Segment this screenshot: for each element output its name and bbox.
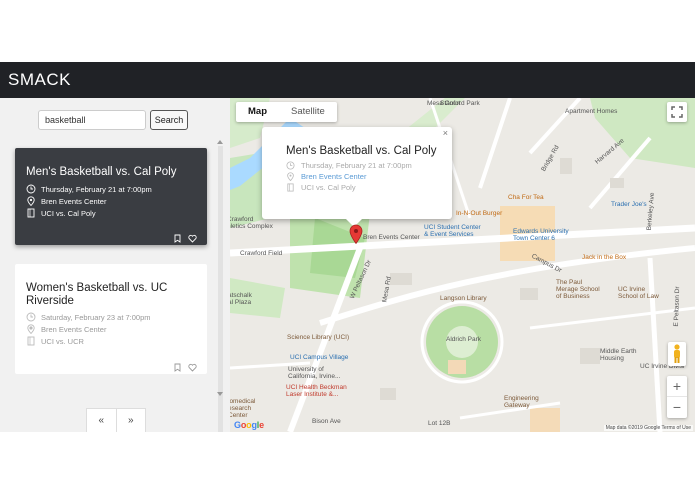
map-label-e-peltason: E Peltason Dr [672, 286, 682, 327]
map-label-science-library: Science Library (UCI) [287, 334, 350, 341]
close-icon[interactable]: × [443, 128, 448, 138]
fullscreen-button[interactable] [667, 102, 687, 122]
location-pin-icon [286, 172, 295, 182]
event-title: Men's Basketball vs. Cal Poly [26, 166, 177, 178]
map-label-law: UC Irvine School of Law [618, 286, 659, 300]
map-label-paul-merage: The Paul Merage School of Business [556, 279, 600, 300]
map-label-cha-for-tea: Cha For Tea [508, 194, 544, 201]
map-label-in-n-out: In-N-Out Burger [456, 210, 503, 217]
event-card[interactable]: Women's Basketball vs. UC Riverside Satu… [15, 264, 207, 374]
map-label-edwards: Edwards University Town Center 6 [513, 228, 569, 242]
clock-icon [26, 184, 36, 194]
map-label-bren: Bren Events Center [363, 234, 420, 241]
info-window-matchup: UCI vs. Cal Poly [286, 183, 356, 192]
map-info-window: × Men's Basketball vs. Cal Poly Thursday… [262, 127, 452, 227]
location-pin-icon [26, 324, 36, 335]
scroll-up-icon[interactable] [217, 140, 223, 144]
map-label-langson: Langson Library [440, 295, 487, 302]
clock-icon [26, 312, 36, 322]
zoom-in-button[interactable]: + [667, 376, 687, 397]
map-label-student-center: UCI Student Center & Event Services [424, 224, 481, 238]
map-view[interactable]: Mesa Court Stanford Park Apartment Homes… [230, 98, 695, 432]
next-page-button[interactable]: » [117, 409, 146, 432]
event-card-selected[interactable]: Men's Basketball vs. Cal Poly Thursday, … [15, 148, 207, 245]
map-marker-pin-icon[interactable] [349, 224, 363, 249]
top-navbar: SMACK [0, 62, 695, 98]
map-label-biomedical: iomedical esearch Center [230, 398, 256, 419]
map-type-satellite-button[interactable]: Satellite [279, 102, 337, 122]
event-date: Saturday, February 23 at 7:00pm [26, 312, 151, 322]
map-label-lot-12b: Lot 12B [428, 420, 451, 427]
pegman-icon [674, 344, 680, 363]
map-label-university-ca: University of California, Irvine... [288, 366, 341, 380]
bookmark-icon[interactable] [173, 359, 182, 372]
heart-icon[interactable] [188, 230, 197, 243]
card-actions [173, 230, 197, 243]
document-icon [286, 183, 295, 192]
event-location: Bren Events Center [26, 324, 106, 335]
sidebar-scrollbar[interactable] [218, 146, 223, 432]
map-label-aldrich: Aldrich Park [446, 336, 482, 343]
event-date: Thursday, February 21 at 7:00pm [26, 184, 152, 194]
map-attribution[interactable]: Map data ©2019 Google Terms of Use [603, 425, 693, 431]
clock-icon [286, 161, 295, 170]
map-label-beckman: UCI Health Beckman Laser Institute &... [286, 384, 347, 398]
map-label-apartment-homes: Apartment Homes [565, 108, 618, 115]
heart-icon[interactable] [188, 359, 197, 372]
card-actions [173, 359, 197, 372]
event-matchup: UCI vs. UCR [26, 336, 84, 346]
search-button[interactable]: Search [150, 110, 188, 130]
bookmark-icon[interactable] [173, 230, 182, 243]
document-icon [26, 208, 36, 218]
location-pin-icon [26, 196, 36, 207]
map-label-middle-earth: Middle Earth Housing [600, 348, 637, 362]
search-input[interactable] [38, 110, 146, 130]
event-location: Bren Events Center [26, 196, 106, 207]
map-label-crawford-field: Crawford Field [240, 250, 283, 257]
map-label-engineering: Engineering Gateway [504, 395, 539, 409]
map-type-map-button[interactable]: Map [236, 102, 279, 122]
map-label-campus-village: UCI Campus Village [290, 354, 349, 361]
info-window-location: Bren Events Center [286, 172, 366, 182]
info-window-location-link[interactable]: Bren Events Center [301, 172, 366, 181]
map-label-jack-in-the-box: Jack in the Box [582, 254, 627, 261]
sidebar: Search Men's Basketball vs. Cal Poly Thu… [0, 98, 230, 432]
street-view-pegman[interactable] [668, 342, 686, 366]
document-icon [26, 336, 36, 346]
scroll-down-icon[interactable] [217, 392, 223, 396]
map-label-trader-joes: Trader Joe's [611, 201, 647, 208]
fullscreen-icon [671, 106, 683, 118]
map-label-atschalk: atschalk al Plaza [230, 292, 252, 306]
map-type-toggle: Map Satellite [236, 102, 337, 122]
map-label-bison: Bison Ave [312, 418, 341, 425]
map-label-stanford: Stanford Park [440, 100, 480, 107]
zoom-control: + − [667, 376, 687, 418]
info-window-title: Men's Basketball vs. Cal Poly [286, 145, 437, 157]
zoom-out-button[interactable]: − [667, 397, 687, 418]
event-matchup: UCI vs. Cal Poly [26, 208, 96, 218]
google-logo[interactable]: Google [234, 420, 264, 430]
app-title[interactable]: SMACK [8, 70, 71, 90]
info-window-date: Thursday, February 21 at 7:00pm [286, 161, 412, 170]
pagination: « » [86, 408, 146, 432]
prev-page-button[interactable]: « [87, 409, 117, 432]
event-title: Women's Basketball vs. UC Riverside [26, 282, 168, 307]
